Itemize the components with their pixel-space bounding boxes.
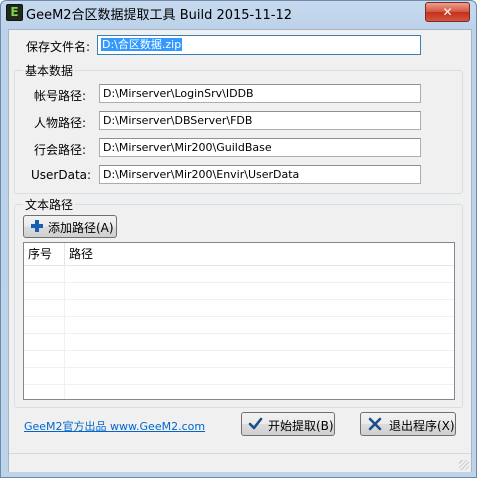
add-path-label: 添加路径(A) xyxy=(48,221,114,235)
start-extract-button[interactable]: 开始提取(B) xyxy=(241,412,335,436)
x-icon xyxy=(368,417,382,434)
exit-label: 退出程序(X) xyxy=(389,419,455,433)
account-path-input[interactable]: D:\Mirserver\LoginSrv\IDDB xyxy=(99,84,421,103)
grid-line xyxy=(24,282,454,283)
text-paths-list[interactable]: 序号 路径 xyxy=(23,242,455,400)
list-header: 序号 路径 xyxy=(24,243,454,266)
guild-path-label: 行会路径: xyxy=(34,143,87,157)
text-paths-title: 文本路径 xyxy=(23,196,76,213)
main-window: E GeeM2合区数据提取工具 Build 2015-11-12 ✕ 保存文件名… xyxy=(0,0,477,478)
close-icon: ✕ xyxy=(442,5,453,19)
start-extract-label: 开始提取(B) xyxy=(268,419,334,433)
add-path-button[interactable]: 添加路径(A) xyxy=(23,215,117,238)
grid-line xyxy=(24,350,454,351)
column-path[interactable]: 路径 xyxy=(65,243,129,265)
character-path-label: 人物路径: xyxy=(34,116,87,130)
save-file-label: 保存文件名: xyxy=(26,40,91,54)
grid-line xyxy=(24,384,454,385)
check-icon xyxy=(248,416,263,434)
userdata-path-input[interactable]: D:\Mirserver\Mir200\Envir\UserData xyxy=(99,165,421,184)
close-button[interactable]: ✕ xyxy=(425,2,470,22)
save-file-value: D:\合区数据.zip xyxy=(101,38,183,51)
basic-data-title: 基本数据 xyxy=(23,62,76,79)
userdata-path-label: UserData: xyxy=(31,168,92,182)
grid-vline xyxy=(64,265,65,399)
column-index[interactable]: 序号 xyxy=(24,243,64,265)
grid-line xyxy=(24,333,454,334)
title-bar[interactable]: E GeeM2合区数据提取工具 Build 2015-11-12 ✕ xyxy=(1,1,476,23)
status-bar xyxy=(9,453,471,472)
grid-line xyxy=(24,299,454,300)
save-file-input[interactable]: D:\合区数据.zip xyxy=(97,35,421,55)
account-path-label: 帐号路径: xyxy=(34,89,87,103)
grid-line xyxy=(24,367,454,368)
plus-icon xyxy=(30,219,44,236)
app-icon: E xyxy=(6,4,23,21)
guild-path-input[interactable]: D:\Mirserver\Mir200\GuildBase xyxy=(99,138,421,157)
grid-line xyxy=(24,316,454,317)
exit-button[interactable]: 退出程序(X) xyxy=(360,412,456,436)
client-area: 保存文件名: D:\合区数据.zip 基本数据 帐号路径: D:\Mirserv… xyxy=(8,29,472,472)
character-path-input[interactable]: D:\Mirserver\DBServer\FDB xyxy=(99,111,421,130)
website-link[interactable]: GeeM2官方出品 www.GeeM2.com xyxy=(24,418,205,434)
window-title: GeeM2合区数据提取工具 Build 2015-11-12 xyxy=(26,8,293,23)
resize-grip-icon[interactable] xyxy=(459,460,469,470)
